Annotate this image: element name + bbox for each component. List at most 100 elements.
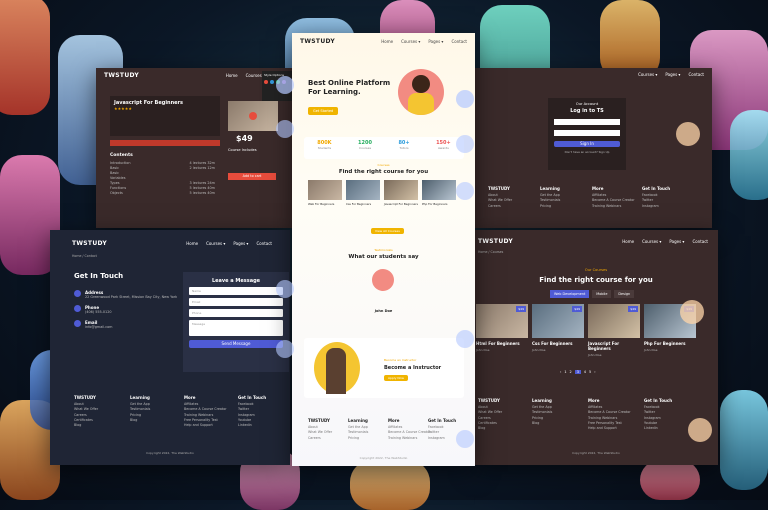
course-card[interactable]: Css For Beginners xyxy=(346,180,380,206)
page-prev[interactable]: ‹ xyxy=(560,370,561,374)
nav-contact[interactable]: Contact xyxy=(451,39,467,44)
course-card[interactable]: $49 Javascript For Beginners John Doe xyxy=(588,304,640,357)
page-title: Get In Touch xyxy=(74,272,124,280)
add-to-cart-button[interactable]: Add to cart xyxy=(228,173,276,180)
nav-home[interactable]: Home xyxy=(622,239,634,244)
brand-logo[interactable]: TWSTUDY xyxy=(72,240,107,247)
section-tag: Our Courses xyxy=(584,268,608,272)
username-field[interactable] xyxy=(554,119,620,125)
nav-courses[interactable]: Courses ▾ xyxy=(638,72,657,77)
course-card-title[interactable]: Html For Beginners xyxy=(476,341,528,346)
breadcrumb[interactable]: Home / Contact xyxy=(72,254,97,258)
brand-logo[interactable]: TWSTUDY xyxy=(104,72,139,79)
instructor-tag: Become an Instructor xyxy=(384,358,417,362)
stat-item: 150+ Awards xyxy=(436,140,451,150)
footer-col-about: TWSTUDY About What We Offer Careers Certifi… xyxy=(74,395,99,428)
hero-title-line1: Best Online Platform xyxy=(308,79,391,87)
page-link[interactable]: 4 xyxy=(584,370,586,374)
footer-col-about: TWSTUDY About What We Offer Careers xyxy=(308,418,333,440)
instructor-title: Become a Instructor xyxy=(384,365,442,371)
nav-pages[interactable]: Pages ▾ xyxy=(669,239,684,244)
phone-field[interactable]: Phone xyxy=(189,309,283,317)
nav-courses[interactable]: Courses ▾ xyxy=(401,39,420,44)
price-badge: $49 xyxy=(628,306,638,312)
nav-contact[interactable]: Contact xyxy=(692,239,708,244)
password-field[interactable] xyxy=(554,130,620,136)
tab-web[interactable]: Web Development xyxy=(550,290,590,298)
nav-home[interactable]: Home xyxy=(381,39,393,44)
course-card[interactable]: $49 Html For Beginners John Doe xyxy=(476,304,528,357)
signup-link[interactable]: Don't have an account? Sign Up xyxy=(548,150,626,154)
send-message-button[interactable]: Send Message xyxy=(189,340,283,348)
course-card-title[interactable]: Php For Beginners xyxy=(644,341,696,346)
footer-col-learning: Learning Get the App Testimonials Pricing xyxy=(348,418,369,440)
stat-item: 1200 Courses xyxy=(358,140,372,150)
course-card-title[interactable]: Javascript For Beginners xyxy=(588,341,640,351)
course-card-title[interactable]: Css For Beginners xyxy=(532,341,584,346)
footer-col-touch: Get In Touch Facebook Twitter Instagram You… xyxy=(238,395,267,428)
course-grid: $49 Html For Beginners John Doe $49 Css … xyxy=(476,304,696,357)
login-screen: Courses ▾ Pages ▾ Contact Our Account Lo… xyxy=(474,68,712,228)
name-field[interactable]: Name xyxy=(189,287,283,295)
course-card[interactable]: Web For Beginners xyxy=(308,180,342,206)
price-badge: $49 xyxy=(516,306,526,312)
color-swatch[interactable] xyxy=(270,80,274,84)
page-link[interactable]: 2 xyxy=(570,370,572,374)
footer-col-more: More Affiliates Become A Course Creator Tr… xyxy=(588,398,631,431)
course-video-thumbnail[interactable] xyxy=(228,101,278,131)
testimonial-tag: Testimonials xyxy=(374,248,393,252)
course-author: John Doe xyxy=(532,348,546,352)
apply-button[interactable]: Apply Now xyxy=(384,375,408,381)
copyright: Copyright 2022, The WebStudio xyxy=(146,451,194,455)
course-contents: Contents Introduction 4 lectures 32m Basi… xyxy=(110,153,215,196)
footer-col-more: More Affiliates Become A Course Creator Tr… xyxy=(184,395,227,428)
course-author: John Doe xyxy=(644,348,658,352)
course-tabs[interactable] xyxy=(110,140,220,146)
course-author: John Doe xyxy=(588,353,602,357)
footer-col-learning: Learning Get the App Testimonials Pricing B… xyxy=(130,395,151,422)
stat-item: 80+ Tutors xyxy=(398,140,410,150)
get-started-button[interactable]: Get Started xyxy=(308,107,339,115)
color-swatch[interactable] xyxy=(264,80,268,84)
nav-courses[interactable]: Courses ▾ xyxy=(206,241,225,246)
tab-mobile[interactable]: Mobile xyxy=(592,290,612,298)
breadcrumb[interactable]: Home / Courses xyxy=(478,250,503,254)
testimonial-avatar xyxy=(372,269,394,291)
play-icon[interactable] xyxy=(249,112,257,120)
message-field[interactable]: Message xyxy=(189,320,283,336)
page-link[interactable]: 1 xyxy=(564,370,566,374)
copyright: Copyright 2022, The WebStudio xyxy=(359,456,408,460)
course-card[interactable]: Php For Beginners xyxy=(422,180,456,206)
page-next[interactable]: › xyxy=(594,370,595,374)
home-course-grid: Web For Beginners Css For Beginners Java… xyxy=(308,180,456,206)
tab-design[interactable]: Design xyxy=(614,290,635,298)
nav-contact[interactable]: Contact xyxy=(688,72,704,77)
view-all-button[interactable]: View All Courses xyxy=(371,228,404,234)
nav-contact[interactable]: Contact xyxy=(256,241,272,246)
form-title: Leave a Message xyxy=(211,278,261,284)
location-icon xyxy=(74,290,81,297)
footer-col-touch: Get In Touch Facebook Twitter Instagram xyxy=(428,418,457,440)
course-price: $49 xyxy=(236,134,253,143)
nav-home[interactable]: Home xyxy=(186,241,198,246)
brand-logo[interactable]: TWSTUDY xyxy=(300,38,335,45)
email-field[interactable]: Email xyxy=(189,298,283,306)
course-card[interactable]: $49 Css For Beginners John Doe xyxy=(532,304,584,357)
stat-item: 800K Students xyxy=(317,140,332,150)
sign-in-button[interactable]: Sign In xyxy=(554,141,620,147)
hero-title-line2: For Learning. xyxy=(308,88,361,96)
login-heading: Log in to TS xyxy=(570,108,604,114)
nav-home[interactable]: Home xyxy=(226,73,238,78)
content-item[interactable]: Objects 5 lectures 40m xyxy=(110,191,215,196)
phone-icon xyxy=(74,305,81,312)
rating-stars: ★★★★★ xyxy=(114,106,132,111)
nav-pages[interactable]: Pages ▾ xyxy=(665,72,680,77)
brand-logo[interactable]: TWSTUDY xyxy=(478,238,513,245)
page-link-active[interactable]: 3 xyxy=(574,370,581,374)
nav-pages[interactable]: Pages ▾ xyxy=(428,39,443,44)
instructor-banner: Become an Instructor Become a Instructor… xyxy=(304,338,464,398)
course-card[interactable]: Javascript For Beginners xyxy=(384,180,418,206)
nav-courses[interactable]: Courses ▾ xyxy=(642,239,661,244)
nav-pages[interactable]: Pages ▾ xyxy=(233,241,248,246)
page-link[interactable]: 5 xyxy=(589,370,591,374)
